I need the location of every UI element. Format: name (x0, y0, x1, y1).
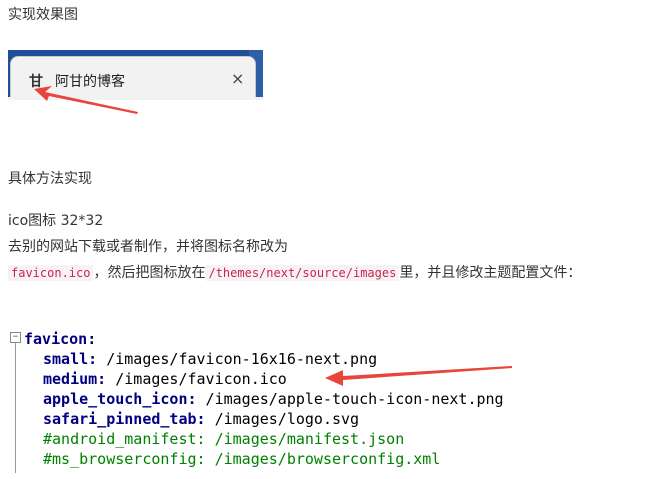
arrow-icon (34, 86, 138, 114)
annotation-arrows (34, 86, 512, 386)
arrow-icon (325, 366, 512, 386)
